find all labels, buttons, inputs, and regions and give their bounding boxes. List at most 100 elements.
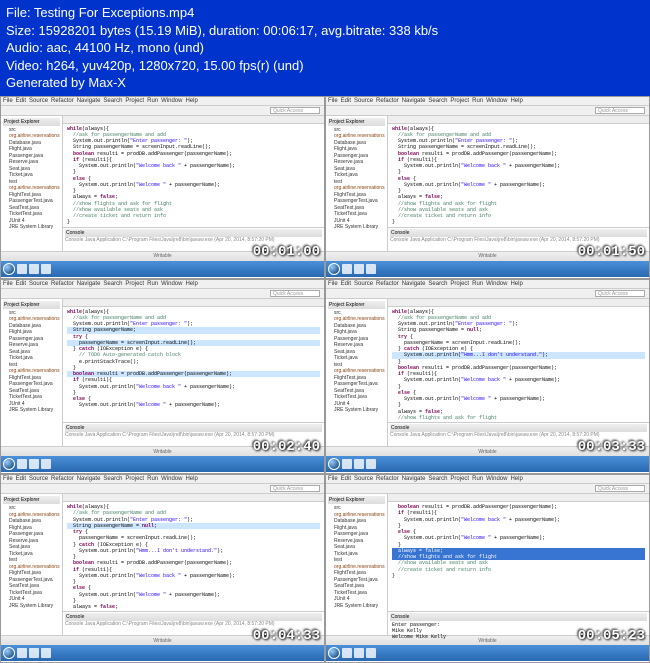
tree-item[interactable]: PassengerTest.java bbox=[3, 198, 60, 205]
editor-tabs[interactable] bbox=[63, 494, 324, 502]
taskbar-icon[interactable] bbox=[29, 459, 39, 469]
menu-navigate[interactable]: Navigate bbox=[77, 281, 101, 287]
menu-navigate[interactable]: Navigate bbox=[77, 98, 101, 104]
tree-item[interactable]: JRE System Library bbox=[3, 407, 60, 414]
tree-item[interactable]: PassengerTest.java bbox=[3, 381, 60, 388]
menu-search[interactable]: Search bbox=[428, 281, 447, 287]
menu-refactor[interactable]: Refactor bbox=[51, 98, 74, 104]
menu-source[interactable]: Source bbox=[354, 281, 373, 287]
start-orb-icon[interactable] bbox=[3, 647, 15, 659]
taskbar-icon[interactable] bbox=[29, 648, 39, 658]
menu-search[interactable]: Search bbox=[103, 281, 122, 287]
tree-item[interactable]: org.airline.reservations bbox=[3, 368, 60, 375]
tree-item[interactable]: org.airline.reservations bbox=[328, 185, 385, 192]
menu-edit[interactable]: Edit bbox=[341, 281, 351, 287]
editor-tabs[interactable] bbox=[388, 299, 649, 307]
taskbar-icon[interactable] bbox=[366, 459, 376, 469]
menu-project[interactable]: Project bbox=[450, 476, 469, 482]
code-area[interactable]: while(always){ //ask for passengerName a… bbox=[63, 502, 324, 611]
taskbar-icon[interactable] bbox=[354, 648, 364, 658]
taskbar-icon[interactable] bbox=[342, 648, 352, 658]
menu-file[interactable]: File bbox=[328, 98, 338, 104]
editor-tabs[interactable] bbox=[388, 116, 649, 124]
menu-window[interactable]: Window bbox=[486, 476, 507, 482]
taskbar-icon[interactable] bbox=[17, 648, 27, 658]
taskbar-icon[interactable] bbox=[41, 459, 51, 469]
quick-access-input[interactable]: Quick Access bbox=[270, 107, 320, 114]
menu-edit[interactable]: Edit bbox=[16, 98, 26, 104]
menu-help[interactable]: Help bbox=[510, 98, 522, 104]
menu-navigate[interactable]: Navigate bbox=[402, 281, 426, 287]
menu-source[interactable]: Source bbox=[29, 281, 48, 287]
taskbar-icon[interactable] bbox=[17, 459, 27, 469]
project-explorer[interactable]: Project Explorer srcorg.airline.reservat… bbox=[326, 494, 388, 635]
tree-item[interactable]: JRE System Library bbox=[328, 603, 385, 610]
menu-search[interactable]: Search bbox=[103, 476, 122, 482]
start-orb-icon[interactable] bbox=[3, 263, 15, 275]
taskbar-icon[interactable] bbox=[342, 264, 352, 274]
quick-access-input[interactable]: Quick Access bbox=[595, 485, 645, 492]
menu-search[interactable]: Search bbox=[103, 98, 122, 104]
tree-item[interactable]: org.airline.reservations bbox=[328, 316, 385, 323]
menu-window[interactable]: Window bbox=[486, 98, 507, 104]
tree-item[interactable]: JRE System Library bbox=[3, 603, 60, 610]
taskbar-icon[interactable] bbox=[354, 459, 364, 469]
menu-window[interactable]: Window bbox=[161, 476, 182, 482]
start-orb-icon[interactable] bbox=[328, 458, 340, 470]
menu-help[interactable]: Help bbox=[185, 476, 197, 482]
project-explorer[interactable]: Project Explorer srcorg.airline.reservat… bbox=[326, 299, 388, 447]
project-explorer[interactable]: Project Explorer srcorg.airline.reservat… bbox=[1, 116, 63, 251]
menu-run[interactable]: Run bbox=[147, 476, 158, 482]
menu-help[interactable]: Help bbox=[510, 476, 522, 482]
menu-edit[interactable]: Edit bbox=[341, 98, 351, 104]
project-explorer[interactable]: Project Explorer srcorg.airline.reservat… bbox=[1, 299, 63, 447]
tree-item[interactable]: JRE System Library bbox=[328, 407, 385, 414]
code-area[interactable]: while(always){ //ask for passengerName a… bbox=[63, 307, 324, 423]
code-area[interactable]: while(always){ //ask for passengerName a… bbox=[388, 307, 649, 423]
menu-run[interactable]: Run bbox=[472, 281, 483, 287]
taskbar[interactable] bbox=[1, 261, 324, 277]
menu-navigate[interactable]: Navigate bbox=[77, 476, 101, 482]
taskbar-icon[interactable] bbox=[342, 459, 352, 469]
tree-item[interactable]: org.airline.reservations bbox=[328, 368, 385, 375]
taskbar-icon[interactable] bbox=[366, 648, 376, 658]
editor-tabs[interactable] bbox=[388, 494, 649, 502]
tree-item[interactable]: org.airline.reservations bbox=[3, 185, 60, 192]
menu-run[interactable]: Run bbox=[147, 281, 158, 287]
taskbar-icon[interactable] bbox=[41, 264, 51, 274]
taskbar[interactable] bbox=[1, 645, 324, 661]
code-area[interactable]: boolean result1 = prodDB.addPassenger(pa… bbox=[388, 502, 649, 611]
project-explorer[interactable]: Project Explorer srcorg.airline.reservat… bbox=[1, 494, 63, 635]
menu-project[interactable]: Project bbox=[125, 281, 144, 287]
menu-file[interactable]: File bbox=[3, 281, 13, 287]
quick-access-input[interactable]: Quick Access bbox=[595, 290, 645, 297]
taskbar[interactable] bbox=[326, 645, 649, 661]
menu-refactor[interactable]: Refactor bbox=[376, 98, 399, 104]
quick-access-input[interactable]: Quick Access bbox=[595, 107, 645, 114]
menu-navigate[interactable]: Navigate bbox=[402, 476, 426, 482]
menu-source[interactable]: Source bbox=[29, 476, 48, 482]
menu-help[interactable]: Help bbox=[185, 98, 197, 104]
taskbar-icon[interactable] bbox=[17, 264, 27, 274]
editor-tabs[interactable] bbox=[63, 299, 324, 307]
tree-item[interactable]: org.airline.reservations bbox=[3, 316, 60, 323]
menu-edit[interactable]: Edit bbox=[16, 476, 26, 482]
menu-window[interactable]: Window bbox=[486, 281, 507, 287]
menu-help[interactable]: Help bbox=[185, 281, 197, 287]
menu-project[interactable]: Project bbox=[125, 98, 144, 104]
code-area[interactable]: while(always){ //ask for passengerName a… bbox=[388, 124, 649, 227]
menu-file[interactable]: File bbox=[3, 476, 13, 482]
menu-refactor[interactable]: Refactor bbox=[51, 476, 74, 482]
code-area[interactable]: while(always){ //ask for passengerName a… bbox=[63, 124, 324, 227]
menu-file[interactable]: File bbox=[328, 281, 338, 287]
tree-item[interactable]: PassengerTest.java bbox=[328, 381, 385, 388]
menu-source[interactable]: Source bbox=[354, 98, 373, 104]
start-orb-icon[interactable] bbox=[328, 647, 340, 659]
tree-item[interactable]: JRE System Library bbox=[328, 224, 385, 231]
menu-window[interactable]: Window bbox=[161, 281, 182, 287]
menu-refactor[interactable]: Refactor bbox=[376, 476, 399, 482]
taskbar-icon[interactable] bbox=[354, 264, 364, 274]
menu-project[interactable]: Project bbox=[125, 476, 144, 482]
menu-edit[interactable]: Edit bbox=[341, 476, 351, 482]
menu-search[interactable]: Search bbox=[428, 476, 447, 482]
